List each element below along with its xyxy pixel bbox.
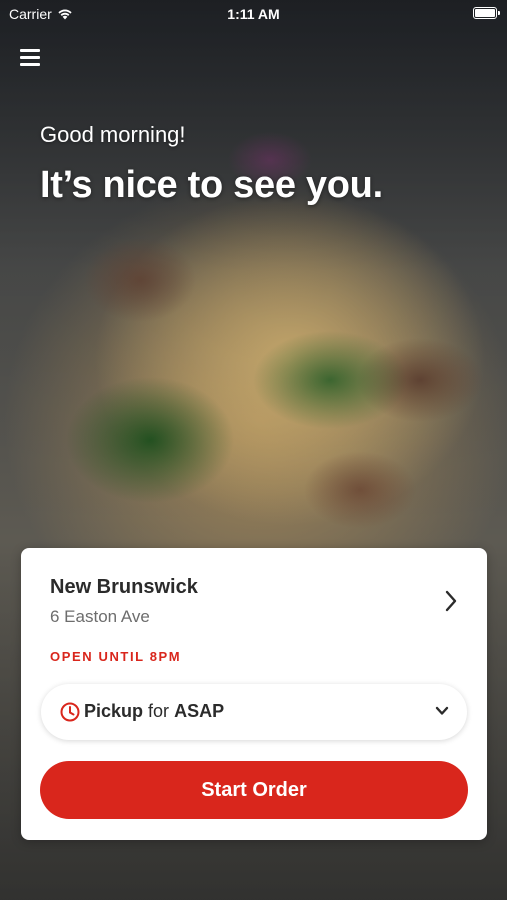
start-order-button[interactable]: Start Order bbox=[40, 761, 468, 819]
order-time-label: ASAP bbox=[174, 701, 225, 721]
status-bar: Carrier 1:11 AM bbox=[0, 0, 507, 28]
status-time: 1:11 AM bbox=[227, 6, 280, 22]
hamburger-menu-icon[interactable] bbox=[20, 48, 42, 66]
order-connector: for bbox=[148, 701, 170, 721]
chevron-right-icon bbox=[445, 590, 457, 612]
store-name: New Brunswick bbox=[50, 576, 198, 598]
chevron-down-icon bbox=[435, 706, 449, 715]
clock-icon bbox=[60, 702, 80, 722]
store-hours: OPEN UNTIL 8PM bbox=[50, 649, 182, 664]
greeting-text: Good morning! bbox=[40, 122, 186, 147]
order-type-label: Pickup bbox=[84, 701, 144, 721]
order-type-dropdown[interactable]: Pickup for ASAP bbox=[41, 684, 467, 740]
store-card: New Brunswick 6 Easton Ave OPEN UNTIL 8P… bbox=[21, 548, 487, 840]
store-selector[interactable]: New Brunswick 6 Easton Ave bbox=[50, 576, 463, 632]
order-type-summary: Pickup for ASAP bbox=[84, 701, 224, 722]
welcome-headline: It’s nice to see you. bbox=[40, 164, 383, 206]
battery-icon bbox=[473, 7, 500, 19]
store-address: 6 Easton Ave bbox=[50, 607, 150, 626]
